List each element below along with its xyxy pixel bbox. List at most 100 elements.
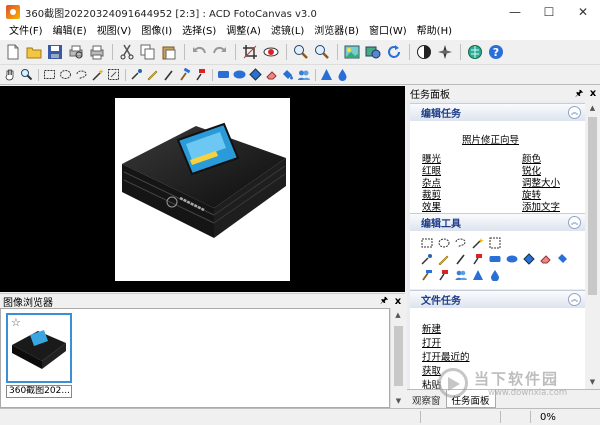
thumbnail-caption[interactable]: 360截图202... <box>6 385 72 398</box>
photo-fix-wizard-link[interactable]: 照片修正向导 <box>462 132 519 146</box>
sharpen-tool-icon[interactable] <box>319 67 334 83</box>
rect-select-icon[interactable] <box>420 236 434 250</box>
menu-window[interactable]: 窗口(W) <box>364 24 412 40</box>
scrollbar-thumb[interactable] <box>588 117 597 295</box>
menu-filter[interactable]: 滤镜(L) <box>266 24 309 40</box>
auto-select-icon[interactable] <box>488 236 502 250</box>
close-button[interactable]: ✕ <box>566 0 600 24</box>
new-file-icon[interactable] <box>3 43 22 62</box>
cut-icon[interactable] <box>117 43 136 62</box>
magic-wand-icon[interactable] <box>90 67 105 83</box>
minimize-button[interactable]: — <box>498 0 532 24</box>
eraser-icon[interactable] <box>264 67 279 83</box>
close-panel-button[interactable]: x <box>391 296 405 307</box>
menu-browser[interactable]: 浏览器(B) <box>309 24 364 40</box>
magic-wand-icon[interactable] <box>471 236 485 250</box>
pin-icon[interactable] <box>437 268 451 282</box>
menu-image[interactable]: 图像(I) <box>136 24 177 40</box>
lasso-icon[interactable] <box>454 236 468 250</box>
scroll-up-arrow-icon[interactable]: ▲ <box>391 308 405 322</box>
pin-icon[interactable]: 🖈 <box>377 293 391 309</box>
thumbnail[interactable]: ☆ <box>6 313 72 383</box>
sharpen-icon[interactable] <box>435 43 454 62</box>
zoom-out-icon[interactable] <box>312 43 331 62</box>
pin-icon[interactable] <box>193 67 208 83</box>
sharpen-tool-icon[interactable] <box>471 268 485 282</box>
close-panel-button[interactable]: x <box>586 88 600 99</box>
pencil-icon[interactable] <box>145 67 160 83</box>
rect-shape-icon[interactable] <box>216 67 231 83</box>
crop-icon[interactable] <box>240 43 259 62</box>
paste-icon[interactable] <box>159 43 178 62</box>
eraser-icon[interactable] <box>539 252 553 266</box>
edit-tools-header[interactable]: 编辑工具 ︽ <box>410 213 585 231</box>
rect-select-icon[interactable] <box>42 67 57 83</box>
file-tasks-header[interactable]: 文件任务 ︽ <box>410 290 585 308</box>
drop-icon[interactable] <box>488 268 502 282</box>
open-folder-icon[interactable] <box>24 43 43 62</box>
brush-icon[interactable] <box>161 67 176 83</box>
fill-icon[interactable] <box>556 252 570 266</box>
edit-tasks-header[interactable]: 编辑任务 ︽ <box>410 103 585 121</box>
ellipse-shape-icon[interactable] <box>232 67 247 83</box>
tab-navigator[interactable]: 观察窗 <box>407 390 446 408</box>
new-link[interactable]: 新建 <box>422 321 441 335</box>
menu-select[interactable]: 选择(S) <box>177 24 221 40</box>
hammer-icon[interactable] <box>177 67 192 83</box>
print-icon[interactable] <box>87 43 106 62</box>
acquire-link[interactable]: 获取 <box>422 363 441 377</box>
drop-icon[interactable] <box>335 67 350 83</box>
web-update-icon[interactable] <box>465 43 484 62</box>
collapse-icon[interactable]: ︽ <box>568 293 581 306</box>
effects-link[interactable]: 效果 <box>422 199 441 213</box>
menu-help[interactable]: 帮助(H) <box>412 24 457 40</box>
open-link[interactable]: 打开 <box>422 335 441 349</box>
scroll-down-arrow-icon[interactable]: ▼ <box>585 375 600 389</box>
diamond-icon[interactable] <box>248 67 263 83</box>
brush-icon[interactable] <box>454 252 468 266</box>
hand-icon[interactable] <box>3 67 18 83</box>
open-recent-link[interactable]: 打开最近的 <box>422 349 470 363</box>
eyedropper-icon[interactable] <box>420 252 434 266</box>
auto-select-icon[interactable] <box>106 67 121 83</box>
redo-icon[interactable] <box>210 43 229 62</box>
ellipse-shape-icon[interactable] <box>505 252 519 266</box>
collapse-icon[interactable]: ︽ <box>568 216 581 229</box>
task-panel-scrollbar[interactable]: ▲ ▼ <box>585 101 600 389</box>
zoom-in-icon[interactable] <box>291 43 310 62</box>
lasso-icon[interactable] <box>74 67 89 83</box>
clone-icon[interactable] <box>454 268 468 282</box>
save-icon[interactable] <box>45 43 64 62</box>
menu-view[interactable]: 视图(V) <box>92 24 137 40</box>
maximize-button[interactable]: ☐ <box>532 0 566 24</box>
image-viewer[interactable] <box>0 86 405 292</box>
web-gallery-icon[interactable] <box>363 43 382 62</box>
menu-adjust[interactable]: 调整(A) <box>221 24 266 40</box>
image-browser-scrollbar[interactable]: ▲ ▼ <box>390 308 405 408</box>
collapse-icon[interactable]: ︽ <box>568 106 581 119</box>
hammer-icon[interactable] <box>420 268 434 282</box>
contrast-icon[interactable] <box>414 43 433 62</box>
rect-shape-icon[interactable] <box>488 252 502 266</box>
ellipse-select-icon[interactable] <box>58 67 73 83</box>
scroll-down-arrow-icon[interactable]: ▼ <box>391 394 406 408</box>
scrollbar-thumb[interactable] <box>394 326 403 386</box>
photo-frame-icon[interactable] <box>342 43 361 62</box>
diamond-icon[interactable] <box>522 252 536 266</box>
pin-icon[interactable]: 🖈 <box>572 86 586 102</box>
photo-canvas[interactable] <box>115 98 290 281</box>
print-preview-icon[interactable] <box>66 43 85 62</box>
tab-task-panel[interactable]: 任务面板 <box>445 390 496 408</box>
pin-icon[interactable] <box>471 252 485 266</box>
fill-icon[interactable] <box>280 67 295 83</box>
add-text-link[interactable]: 添加文字 <box>522 199 560 213</box>
pencil-icon[interactable] <box>437 252 451 266</box>
red-eye-icon[interactable] <box>261 43 280 62</box>
zoom-icon[interactable] <box>19 67 34 83</box>
help-icon[interactable]: ? <box>486 43 505 62</box>
ellipse-select-icon[interactable] <box>437 236 451 250</box>
scroll-up-arrow-icon[interactable]: ▲ <box>585 101 600 115</box>
undo-icon[interactable] <box>189 43 208 62</box>
menu-edit[interactable]: 编辑(E) <box>48 24 92 40</box>
menu-file[interactable]: 文件(F) <box>4 24 48 40</box>
